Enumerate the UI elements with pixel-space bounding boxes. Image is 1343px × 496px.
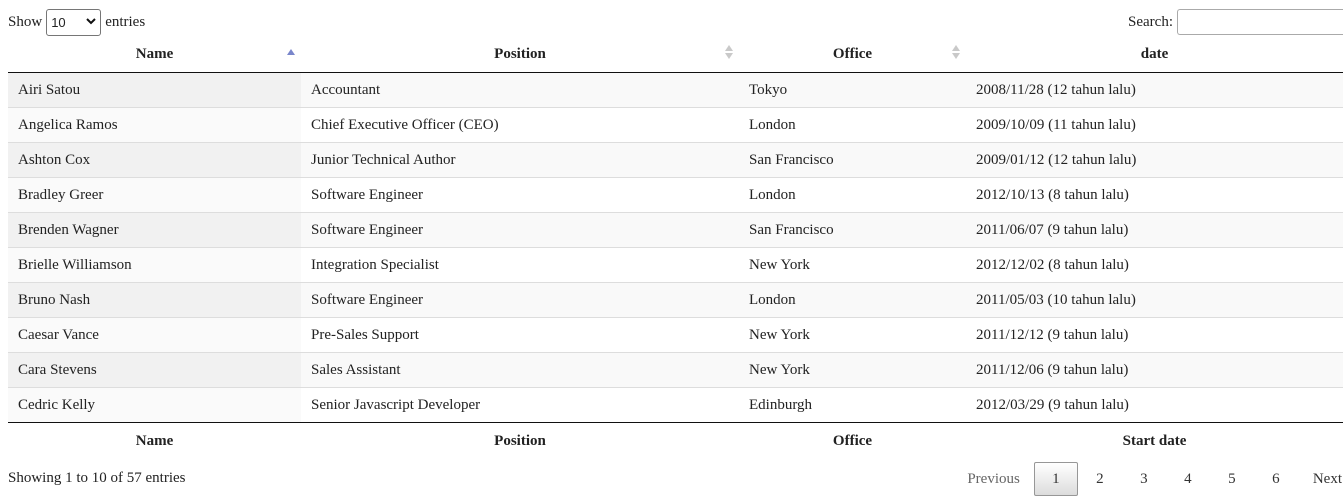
table-row: Bruno Nash Software Engineer London 2011/05… <box>8 282 1343 318</box>
table-row: Cara Stevens Sales Assistant New York 2011/… <box>8 352 1343 388</box>
entries-per-page-select[interactable]: 10 <box>46 8 102 36</box>
cell-name: Airi Satou <box>8 72 301 108</box>
cell-name: Caesar Vance <box>8 317 301 353</box>
chevron-down-icon <box>86 17 96 28</box>
cell-name: Cara Stevens <box>8 352 301 388</box>
data-table: Name Position Office date Airi Satou Acc… <box>8 36 1343 459</box>
cell-position: Senior Javascript Developer <box>301 387 739 423</box>
cell-position: Junior Technical Author <box>301 142 739 178</box>
table-row: Bradley Greer Software Engineer London 2012… <box>8 177 1343 213</box>
table-row: Ashton Cox Junior Technical Author San Fra… <box>8 142 1343 178</box>
column-header-name[interactable]: Name <box>8 36 301 73</box>
table-row: Cedric Kelly Senior Javascript Developer E… <box>8 387 1343 423</box>
column-footer-start-date: Start date <box>966 422 1343 459</box>
cell-date: 2011/06/07 (9 tahun lalu) <box>966 212 1343 248</box>
cell-position: Chief Executive Officer (CEO) <box>301 107 739 143</box>
page-6-button[interactable]: 6 <box>1254 462 1298 496</box>
column-header-position-label: Position <box>494 45 546 62</box>
column-footer-position: Position <box>301 422 739 459</box>
cell-position: Sales Assistant <box>301 352 739 388</box>
table-row: Caesar Vance Pre-Sales Support New York 201… <box>8 317 1343 353</box>
cell-name: Bradley Greer <box>8 177 301 213</box>
cell-office: Edinburgh <box>739 387 966 423</box>
cell-date: 2008/11/28 (12 tahun lalu) <box>966 72 1343 108</box>
search-label: Search: <box>1128 13 1173 30</box>
page-4-button[interactable]: 4 <box>1166 462 1210 496</box>
cell-office: London <box>739 282 966 318</box>
cell-name: Ashton Cox <box>8 142 301 178</box>
entries-length-control: Show 10 entries <box>8 8 145 36</box>
sort-both-icon <box>725 44 733 60</box>
table-header-row: Name Position Office date <box>8 36 1343 73</box>
length-prefix-label: Show <box>8 13 43 30</box>
pagination: Previous 1 2 3 4 5 6 Next <box>953 462 1343 496</box>
page-2-button[interactable]: 2 <box>1078 462 1122 496</box>
table-info: Showing 1 to 10 of 57 entries <box>8 470 186 486</box>
table-row: Brielle Williamson Integration Specialist… <box>8 247 1343 283</box>
table-row: Angelica Ramos Chief Executive Officer (C… <box>8 107 1343 143</box>
cell-position: Software Engineer <box>301 282 739 318</box>
cell-name: Brenden Wagner <box>8 212 301 248</box>
cell-date: 2009/10/09 (11 tahun lalu) <box>966 107 1343 143</box>
column-header-position[interactable]: Position <box>301 36 739 73</box>
table-row: Brenden Wagner Software Engineer San Franc… <box>8 212 1343 248</box>
next-page-button[interactable]: Next <box>1298 462 1343 496</box>
cell-date: 2011/05/03 (10 tahun lalu) <box>966 282 1343 318</box>
search-input[interactable] <box>1177 9 1343 35</box>
cell-name: Brielle Williamson <box>8 247 301 283</box>
page-3-button[interactable]: 3 <box>1122 462 1166 496</box>
cell-date: 2012/12/02 (8 tahun lalu) <box>966 247 1343 283</box>
cell-name: Bruno Nash <box>8 282 301 318</box>
column-header-date: date <box>966 36 1343 73</box>
datatable-page: Show 10 entries Search: Name Position Of… <box>0 0 1343 496</box>
sort-ascending-icon <box>287 44 295 60</box>
column-header-office[interactable]: Office <box>739 36 966 73</box>
table-controls-top: Show 10 entries Search: <box>8 8 1343 36</box>
table-body: Airi Satou Accountant Tokyo 2008/11/28 (12 … <box>8 72 1343 423</box>
cell-date: 2011/12/12 (9 tahun lalu) <box>966 317 1343 353</box>
page-5-button[interactable]: 5 <box>1210 462 1254 496</box>
cell-office: New York <box>739 247 966 283</box>
table-footer-row: Name Position Office Start date <box>8 422 1343 459</box>
cell-position: Accountant <box>301 72 739 108</box>
length-suffix-label: entries <box>105 13 146 30</box>
cell-date: 2012/03/29 (9 tahun lalu) <box>966 387 1343 423</box>
cell-position: Pre-Sales Support <box>301 317 739 353</box>
cell-office: San Francisco <box>739 142 966 178</box>
cell-name: Cedric Kelly <box>8 387 301 423</box>
cell-position: Integration Specialist <box>301 247 739 283</box>
column-footer-name: Name <box>8 422 301 459</box>
cell-date: 2012/10/13 (8 tahun lalu) <box>966 177 1343 213</box>
cell-office: Tokyo <box>739 72 966 108</box>
cell-office: London <box>739 107 966 143</box>
cell-position: Software Engineer <box>301 177 739 213</box>
table-controls-bottom: Showing 1 to 10 of 57 entries Previous 1… <box>8 460 1343 496</box>
previous-page-button[interactable]: Previous <box>953 462 1034 496</box>
cell-office: New York <box>739 317 966 353</box>
sort-both-icon <box>952 44 960 60</box>
table-row: Airi Satou Accountant Tokyo 2008/11/28 (12 … <box>8 72 1343 108</box>
cell-position: Software Engineer <box>301 212 739 248</box>
page-1-button[interactable]: 1 <box>1033 462 1078 496</box>
column-header-office-label: Office <box>832 45 873 62</box>
cell-name: Angelica Ramos <box>8 107 301 143</box>
column-footer-office: Office <box>739 422 966 459</box>
column-header-date-label: date <box>1140 45 1169 62</box>
cell-office: New York <box>739 352 966 388</box>
cell-date: 2011/12/06 (9 tahun lalu) <box>966 352 1343 388</box>
search-control: Search: <box>1128 8 1343 36</box>
cell-office: London <box>739 177 966 213</box>
entries-per-page-value: 10 <box>51 14 66 30</box>
cell-office: San Francisco <box>739 212 966 248</box>
column-header-name-label: Name <box>135 45 174 62</box>
cell-date: 2009/01/12 (12 tahun lalu) <box>966 142 1343 178</box>
